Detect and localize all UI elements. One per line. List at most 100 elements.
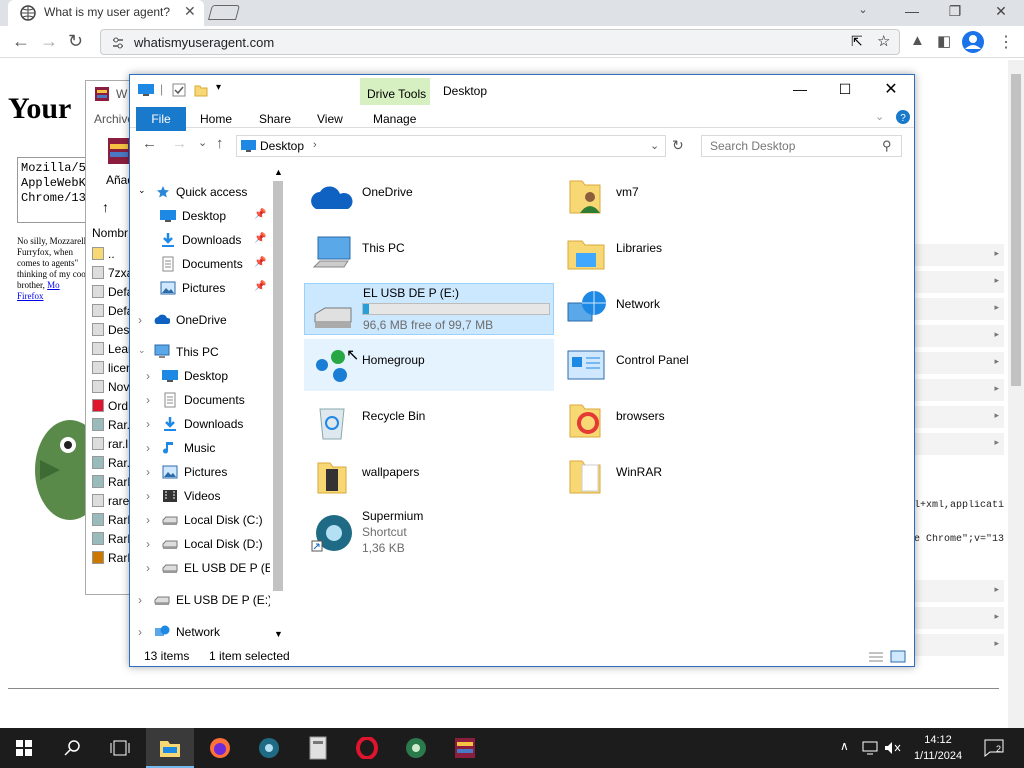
nav-item-qa-desktop[interactable]: Desktop 📌 [130,205,270,227]
nav-item-this-pc[interactable]: ⌄ This PC [130,341,270,363]
winrar-list-item[interactable]: Rar. [92,418,130,432]
search-input[interactable]: Search Desktop ⚲ [701,135,902,157]
task-view-button[interactable] [96,728,144,768]
item-wallpapers[interactable]: wallpapers [304,451,554,501]
collapsed-chevron-icon[interactable]: › [146,369,150,383]
firefox-link[interactable]: Firefox [17,291,44,301]
nav-item-qa-documents[interactable]: Documents 📌 [130,253,270,275]
bookmark-star-icon[interactable]: ☆ [877,32,890,50]
list-item[interactable]: ▸ [914,406,1004,428]
new-tab-button[interactable] [207,5,241,20]
pin-icon[interactable]: 📌 [254,209,266,220]
ribbon-view-tab[interactable]: View [317,112,343,126]
browser-tab[interactable]: What is my user agent? ✕ [8,0,204,26]
taskbar-opera[interactable] [343,728,391,768]
winrar-list-item[interactable]: Ord [92,399,128,413]
minimize-button[interactable]: — [897,3,927,19]
collapsed-chevron-icon[interactable]: › [146,513,150,527]
breadcrumb-chevron-icon[interactable]: › [313,139,317,151]
close-button[interactable]: ✕ [986,3,1016,20]
clock[interactable]: 14:12 1/11/2024 [908,732,968,764]
refresh-icon[interactable]: ↻ [672,137,684,154]
menu-dots-icon[interactable]: ⋮ [998,32,1014,52]
item-usb-drive[interactable]: EL USB DE P (E:) 96,6 MB free of 99,7 MB [304,283,554,335]
winrar-list-item[interactable]: Defa [92,285,133,299]
column-header-name[interactable]: Nombr [92,226,128,240]
item-libraries[interactable]: Libraries [558,227,808,277]
list-item[interactable]: ▸ [914,298,1004,320]
ribbon-home-tab[interactable]: Home [200,112,232,126]
nav-item-pc-desktop[interactable]: › Desktop [130,365,270,387]
item-network[interactable]: Network [558,283,808,333]
taskbar-file-explorer[interactable] [146,728,194,768]
scrollbar-thumb[interactable] [273,181,283,591]
winrar-menu-archivo[interactable]: Archivo [94,112,134,126]
back-arrow-icon[interactable]: ← [142,135,157,152]
tab-close-icon[interactable]: ✕ [184,3,196,20]
winrar-list-item[interactable]: Rar.t [92,456,133,470]
address-bar[interactable]: whatismyuseragent.com ⇱ ☆ [100,29,900,55]
nav-item-pc-documents[interactable]: › Documents [130,389,270,411]
item-winrar[interactable]: WinRAR [558,451,808,501]
scrollbar-thumb[interactable] [1011,74,1021,386]
winrar-list-item[interactable]: Defa [92,304,133,318]
list-item[interactable]: ▸ [914,271,1004,293]
list-item[interactable]: ▸ [914,379,1004,401]
new-folder-icon[interactable] [194,83,208,97]
address-box[interactable]: Desktop › ⌄ [236,135,666,157]
collapsed-chevron-icon[interactable]: › [146,537,150,551]
collapsed-chevron-icon[interactable]: › [146,441,150,455]
recent-locations-icon[interactable]: ⌄ [198,136,207,149]
nav-item-qa-downloads[interactable]: Downloads 📌 [130,229,270,251]
scroll-up-icon[interactable]: ▲ [274,167,283,177]
tray-chevron-icon[interactable]: ∧ [840,739,849,753]
collapsed-chevron-icon[interactable]: › [146,465,150,479]
address-dropdown-icon[interactable]: ⌄ [650,139,659,152]
taskbar-winrar[interactable] [441,728,489,768]
nav-item-pc-d[interactable]: › Local Disk (D:) [130,533,270,555]
ribbon-file-tab[interactable]: File [136,107,186,131]
file-explorer-window[interactable]: | ▾ Drive Tools Desktop — ☐ ✕ File Home … [129,74,915,667]
item-supermium[interactable]: Supermium Shortcut 1,36 KB [304,505,554,561]
item-browsers[interactable]: browsers [558,395,808,445]
scroll-down-icon[interactable]: ▼ [274,629,283,639]
ribbon-manage-tab[interactable]: Manage [373,112,416,126]
pin-icon[interactable]: 📌 [254,257,266,268]
taskbar-archive-app[interactable] [294,728,342,768]
ribbon-expand-chevron-icon[interactable]: ⌄ [875,110,884,123]
nav-item-onedrive[interactable]: › OneDrive [130,309,270,331]
list-item[interactable]: ▸ [914,325,1004,347]
taskbar-supermium[interactable] [245,728,293,768]
item-control-panel[interactable]: Control Panel [558,339,808,389]
nav-item-pc-pictures[interactable]: › Pictures [130,461,270,483]
winrar-list-item[interactable]: licen [92,361,133,375]
list-item[interactable]: ▸ [914,352,1004,374]
item-vm7[interactable]: vm7 [558,171,808,221]
taskbar-firefox[interactable] [196,728,244,768]
collapsed-chevron-icon[interactable]: › [138,313,142,327]
profile-avatar-icon[interactable] [962,31,984,53]
back-arrow-icon[interactable]: ← [12,31,30,52]
volume-muted-icon[interactable] [884,741,902,755]
list-item[interactable]: ▸ [914,580,1004,602]
pin-icon[interactable]: 📌 [254,233,266,244]
forward-arrow-icon[interactable]: → [172,135,187,152]
tab-search-chevron-icon[interactable]: ⌄ [848,3,878,16]
expanded-chevron-icon[interactable]: ⌄ [138,345,146,356]
close-button[interactable]: ✕ [876,79,906,99]
item-this-pc[interactable]: This PC [304,227,554,277]
collapsed-chevron-icon[interactable]: › [138,593,142,607]
share-icon[interactable]: ⇱ [851,33,863,50]
details-view-icon[interactable] [868,651,884,663]
pin-icon[interactable]: 📌 [254,281,266,292]
collapsed-chevron-icon[interactable]: › [138,625,142,639]
nav-scrollbar[interactable]: ▲ ▼ [270,167,286,643]
collapsed-chevron-icon[interactable]: › [146,417,150,431]
minimize-button[interactable]: — [785,81,815,97]
collapsed-chevron-icon[interactable]: › [146,489,150,503]
title-bar[interactable]: | ▾ Drive Tools Desktop — ☐ ✕ [130,75,914,126]
nav-item-pc-videos[interactable]: › Videos [130,485,270,507]
expanded-chevron-icon[interactable]: ⌄ [138,185,146,196]
qat-dropdown-icon[interactable]: ▾ [216,82,221,93]
collapsed-chevron-icon[interactable]: › [146,561,150,575]
